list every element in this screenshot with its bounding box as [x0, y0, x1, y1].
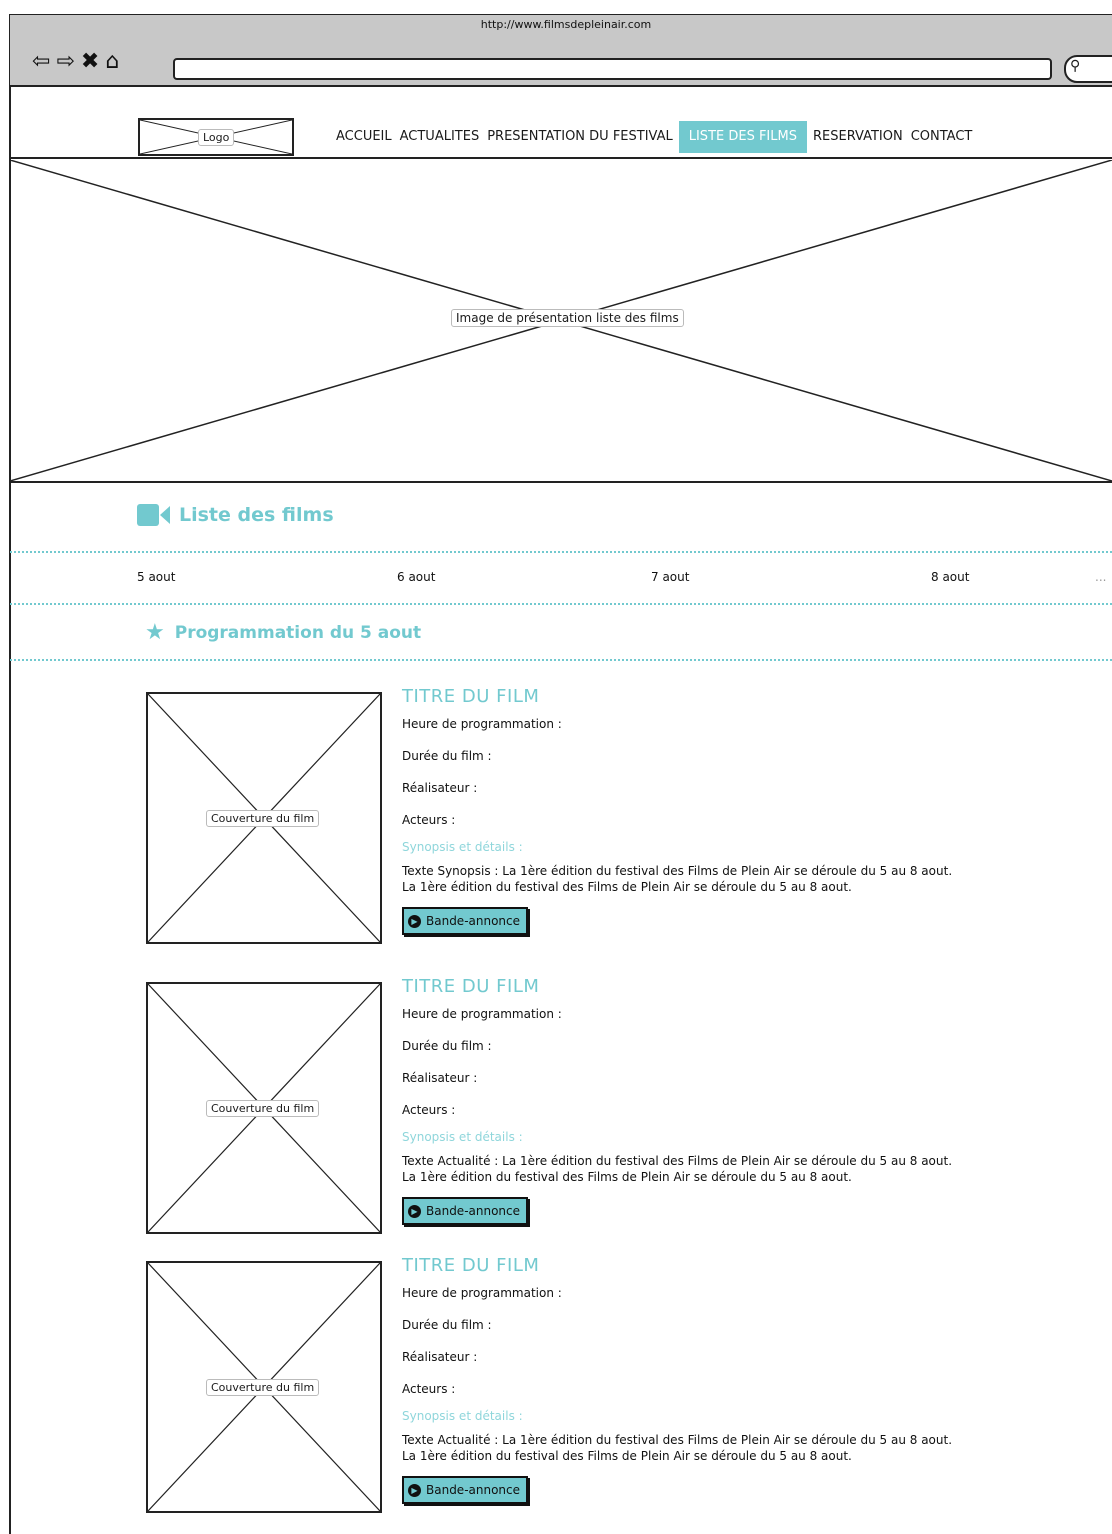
close-icon[interactable]: ✖: [81, 49, 103, 74]
trailer-button-label: Bande-annonce: [426, 1483, 521, 1497]
film-time: Heure de programmation :: [402, 1286, 562, 1300]
hero-image-label: Image de présentation liste des films: [451, 309, 684, 327]
programme-title-text: Programmation du 5 aout: [174, 622, 422, 643]
trailer-button-label: Bande-annonce: [426, 1204, 521, 1218]
day-tab-8[interactable]: 8 aout: [931, 570, 969, 584]
film-time: Heure de programmation :: [402, 717, 562, 731]
film-cover: Couverture du film: [146, 1261, 382, 1513]
menu-item-contact[interactable]: CONTACT: [907, 121, 977, 153]
divider: [10, 603, 1112, 605]
film-duration: Durée du film :: [402, 1039, 492, 1053]
play-icon: ▶: [408, 1483, 421, 1497]
film-title: TITRE DU FILM: [402, 686, 540, 707]
film-cover-label: Couverture du film: [206, 1379, 320, 1396]
film-info: TITRE DU FILM Heure de programmation : D…: [402, 686, 952, 935]
film-title: TITRE DU FILM: [402, 1255, 540, 1276]
film-synopsis-line2: La 1ère édition du festival des Films de…: [402, 880, 852, 894]
film-synopsis-line2: La 1ère édition du festival des Films de…: [402, 1449, 852, 1463]
film-director: Réalisateur :: [402, 781, 478, 795]
search-box[interactable]: ⚲: [1064, 55, 1112, 83]
divider: [10, 659, 1112, 661]
film-duration: Durée du film :: [402, 749, 492, 763]
logo[interactable]: Logo: [138, 118, 294, 156]
menu-item-accueil[interactable]: ACCUEIL: [332, 121, 396, 153]
film-director: Réalisateur :: [402, 1350, 478, 1364]
film-info: TITRE DU FILM Heure de programmation : D…: [402, 1255, 952, 1504]
film-actors: Acteurs :: [402, 1103, 456, 1117]
film-synopsis-label: Synopsis et détails :: [402, 1409, 523, 1423]
film-cover: Couverture du film: [146, 692, 382, 944]
trailer-button-label: Bande-annonce: [426, 914, 521, 928]
play-icon: ▶: [408, 1204, 421, 1218]
film-cover: Couverture du film: [146, 982, 382, 1234]
film-cover-label: Couverture du film: [206, 810, 320, 827]
film-synopsis-label: Synopsis et détails :: [402, 840, 523, 854]
search-icon: ⚲: [1070, 58, 1081, 74]
film-synopsis-line1: Texte Actualité : La 1ère édition du fes…: [402, 1433, 953, 1447]
film-synopsis-line1: Texte Actualité : La 1ère édition du fes…: [402, 1154, 953, 1168]
film-synopsis-line2: La 1ère édition du festival des Films de…: [402, 1170, 852, 1184]
menu-item-presentation[interactable]: PRESENTATION DU FESTIVAL: [483, 121, 677, 153]
video-camera-icon: [137, 504, 170, 526]
logo-label: Logo: [198, 129, 235, 146]
film-cover-label: Couverture du film: [206, 1100, 320, 1117]
menu-item-liste-des-films[interactable]: LISTE DES FILMS: [678, 121, 807, 153]
menu-item-reservation[interactable]: RESERVATION: [809, 121, 907, 153]
programme-title: ★ Programmation du 5 aout: [145, 620, 421, 645]
address-bar[interactable]: [173, 58, 1052, 80]
day-tab-more[interactable]: ...: [1095, 570, 1106, 584]
back-arrow-icon[interactable]: ⇦: [32, 49, 54, 74]
film-time: Heure de programmation :: [402, 1007, 562, 1021]
section-title: Liste des films: [137, 503, 334, 527]
film-info: TITRE DU FILM Heure de programmation : D…: [402, 976, 952, 1225]
film-title: TITRE DU FILM: [402, 976, 540, 997]
header-divider: [10, 157, 1112, 159]
day-tab-5[interactable]: 5 aout: [137, 570, 175, 584]
film-synopsis-label: Synopsis et détails :: [402, 1130, 523, 1144]
forward-arrow-icon[interactable]: ⇨: [56, 49, 78, 74]
browser-nav-icons: ⇦⇨✖⌂: [32, 49, 125, 74]
url-text: http://www.filmsdepleinair.com: [480, 18, 652, 31]
film-actors: Acteurs :: [402, 1382, 456, 1396]
trailer-button[interactable]: ▶ Bande-annonce: [402, 1476, 529, 1504]
film-duration: Durée du film :: [402, 1318, 492, 1332]
trailer-button[interactable]: ▶ Bande-annonce: [402, 1197, 529, 1225]
main-menu: ACCUEIL ACTUALITES PRESENTATION DU FESTI…: [332, 121, 976, 153]
day-tab-7[interactable]: 7 aout: [651, 570, 689, 584]
divider: [10, 551, 1112, 553]
day-tab-6[interactable]: 6 aout: [397, 570, 435, 584]
section-title-text: Liste des films: [179, 504, 334, 526]
trailer-button[interactable]: ▶ Bande-annonce: [402, 907, 529, 935]
star-icon: ★: [145, 620, 165, 645]
hero-image: Image de présentation liste des films: [10, 160, 1112, 483]
film-actors: Acteurs :: [402, 813, 456, 827]
home-icon[interactable]: ⌂: [105, 49, 123, 74]
menu-item-actualites[interactable]: ACTUALITES: [396, 121, 484, 153]
film-director: Réalisateur :: [402, 1071, 478, 1085]
film-synopsis-line1: Texte Synopsis : La 1ère édition du fest…: [402, 864, 953, 878]
play-icon: ▶: [408, 914, 421, 928]
